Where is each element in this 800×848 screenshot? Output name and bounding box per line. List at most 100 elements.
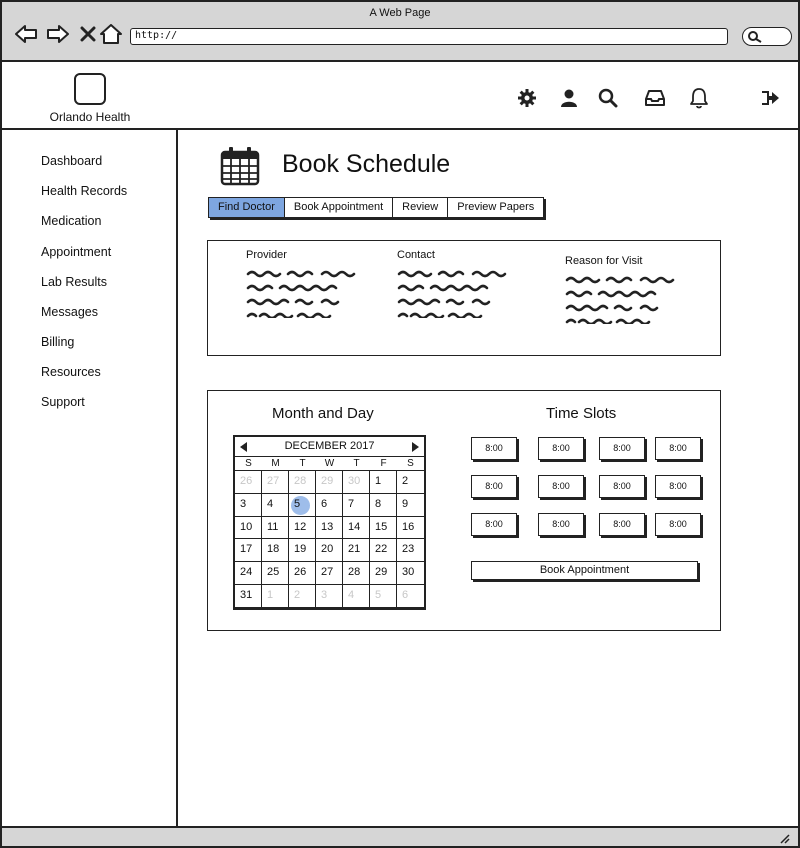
calendar-day[interactable]: 30	[397, 562, 424, 585]
calendar-day[interactable]: 7	[343, 493, 370, 517]
calendar-day[interactable]: 25	[262, 562, 289, 585]
calendar-day-number: 12	[294, 520, 307, 533]
brand-name: Orlando Health	[49, 110, 131, 124]
calendar-day: 26	[235, 471, 262, 494]
calendar-day: 1	[262, 584, 289, 608]
tab-review[interactable]: Review	[393, 198, 449, 217]
sign-out-icon[interactable]	[758, 86, 782, 110]
weekday-label: T	[299, 458, 306, 469]
calendar-day-number: 29	[375, 566, 388, 579]
calendar-day[interactable]: 16	[397, 517, 424, 540]
sidebar-item-dashboard[interactable]: Dashboard	[41, 154, 102, 168]
calendar-day-number: 25	[267, 566, 280, 579]
inbox-icon[interactable]	[643, 86, 667, 110]
back-arrow-icon[interactable]	[14, 22, 38, 46]
bell-icon[interactable]	[687, 86, 711, 110]
calendar-day: 6	[397, 585, 424, 608]
time-slot-button[interactable]: 8:00	[655, 437, 701, 460]
tab-book-appointment[interactable]: Book Appointment	[284, 198, 394, 217]
time-slot-button[interactable]: 8:00	[538, 475, 584, 498]
calendar-day[interactable]: 8	[370, 493, 397, 517]
sidebar-item-billing[interactable]: Billing	[41, 335, 74, 349]
sidebar-item-resources[interactable]: Resources	[41, 365, 101, 379]
calendar-day[interactable]: 19	[289, 539, 316, 563]
next-month-arrow-icon[interactable]	[412, 442, 419, 452]
calendar-day: 29	[316, 471, 343, 494]
page-title: Book Schedule	[282, 150, 451, 178]
book-appointment-button[interactable]: Book Appointment	[471, 561, 698, 580]
time-slot-button[interactable]: 8:00	[538, 437, 584, 460]
calendar-day[interactable]: 9	[397, 494, 424, 517]
prev-month-arrow-icon[interactable]	[240, 442, 247, 452]
calendar-day-number: 27	[267, 475, 280, 487]
calendar-day[interactable]: 3	[235, 493, 262, 517]
sidebar-item-medication[interactable]: Medication	[41, 214, 101, 228]
calendar-day-number: 28	[294, 475, 307, 487]
calendar-day[interactable]: 13	[316, 516, 343, 540]
tab-find-doctor[interactable]: Find Doctor	[209, 198, 285, 217]
sidebar-item-appointment[interactable]: Appointment	[41, 245, 111, 259]
calendar-day: 2	[289, 584, 316, 608]
user-icon[interactable]	[557, 86, 581, 110]
forward-arrow-icon[interactable]	[46, 22, 70, 46]
gear-icon[interactable]	[515, 86, 539, 110]
time-slot-button[interactable]: 8:00	[655, 475, 701, 498]
calendar-header: DECEMBER 2017	[235, 437, 424, 457]
search-icon[interactable]	[596, 86, 620, 110]
time-slot-button[interactable]: 8:00	[538, 513, 584, 536]
calendar-icon	[220, 146, 260, 191]
calendar-day[interactable]: 24	[235, 562, 262, 585]
calendar-day[interactable]: 26	[289, 562, 316, 585]
calendar-day[interactable]: 15	[370, 516, 397, 540]
calendar-day-number: 4	[267, 497, 274, 510]
time-slot-button[interactable]: 8:00	[599, 475, 645, 498]
calendar-day-selected[interactable]: 5	[289, 493, 316, 517]
calendar-day[interactable]: 17	[235, 539, 262, 563]
window-title: A Web Page	[369, 7, 431, 19]
calendar-day-number: 3	[240, 497, 247, 510]
calendar-day[interactable]: 27	[316, 562, 343, 585]
calendar-day-number: 19	[294, 543, 307, 556]
time-slot-button[interactable]: 8:00	[655, 513, 701, 536]
calendar-day[interactable]: 6	[316, 493, 343, 517]
calendar-day-number: 10	[240, 520, 253, 533]
browser-search-field[interactable]	[742, 27, 792, 46]
calendar-day[interactable]: 10	[235, 516, 262, 540]
sidebar-item-messages[interactable]: Messages	[41, 305, 98, 319]
time-slots-heading: Time Slots	[546, 405, 617, 422]
calendar-day[interactable]: 20	[316, 539, 343, 563]
time-slot-button[interactable]: 8:00	[471, 437, 517, 460]
appointment-info-panel: Provider Contact Reason for Visit	[207, 240, 721, 356]
calendar-day[interactable]: 11	[262, 516, 289, 540]
calendar-day[interactable]: 18	[262, 539, 289, 563]
calendar-day[interactable]: 4	[262, 493, 289, 517]
sidebar-item-health-records[interactable]: Health Records	[41, 184, 127, 198]
calendar-day: 4	[343, 584, 370, 608]
time-slot-button[interactable]: 8:00	[599, 437, 645, 460]
calendar-day[interactable]: 12	[289, 516, 316, 540]
calendar-day[interactable]: 1	[370, 471, 397, 494]
calendar-day[interactable]: 22	[370, 539, 397, 563]
resize-grip-icon[interactable]	[778, 832, 790, 844]
url-input[interactable]: http://	[130, 28, 728, 45]
calendar-day[interactable]: 28	[343, 562, 370, 585]
time-slot-button[interactable]: 8:00	[471, 475, 517, 498]
calendar-day[interactable]: 2	[397, 471, 424, 494]
calendar-day[interactable]: 21	[343, 539, 370, 563]
stop-icon[interactable]	[76, 22, 100, 46]
date-picker[interactable]: DECEMBER 2017 SMTWTFS 26 27 28 29 30 1 2 3 4 5 6 7 8…	[233, 435, 426, 610]
sidebar: Dashboard Health Records Medication Appo…	[2, 130, 178, 826]
sidebar-item-support[interactable]: Support	[41, 395, 85, 409]
time-slot-button[interactable]: 8:00	[471, 513, 517, 536]
calendar-day[interactable]: 31	[235, 584, 262, 608]
tab-preview-papers[interactable]: Preview Papers	[448, 198, 544, 217]
home-icon[interactable]	[99, 22, 123, 46]
sidebar-item-lab-results[interactable]: Lab Results	[41, 275, 107, 289]
calendar-day[interactable]: 14	[343, 516, 370, 540]
calendar-day: 30	[343, 471, 370, 494]
calendar-day[interactable]: 29	[370, 562, 397, 585]
calendar-day-number: 1	[267, 588, 274, 601]
logo-icon[interactable]	[74, 73, 106, 105]
time-slot-button[interactable]: 8:00	[599, 513, 645, 536]
calendar-day[interactable]: 23	[397, 539, 424, 563]
